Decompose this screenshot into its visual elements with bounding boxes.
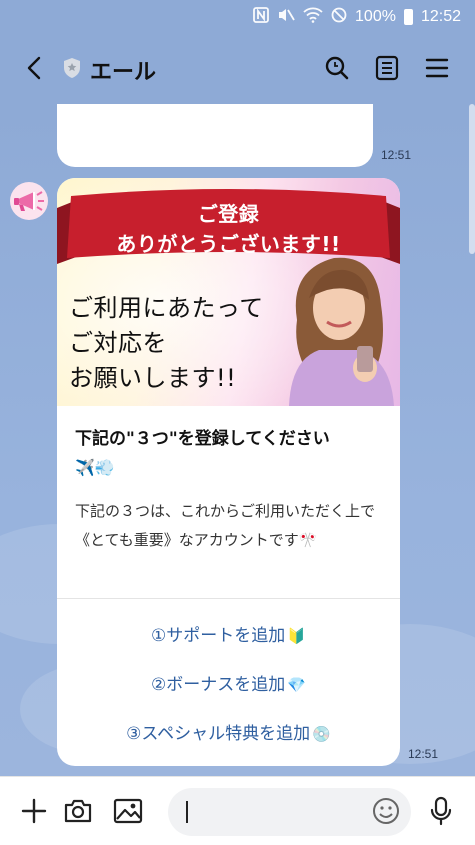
add-special-bonus-label: ③スペシャル特典を追加 [126,724,311,744]
mute-icon [277,7,295,27]
plus-button[interactable] [18,795,50,827]
plus-icon [21,798,47,824]
clock: 12:52 [420,8,461,25]
image-icon [113,798,143,824]
beginner-mark-icon: 🔰 [287,627,306,645]
back-icon [27,56,41,80]
chat-header: エール [0,34,475,104]
shield-badge-icon [62,57,82,79]
rich-message-card[interactable]: ご登録 ありがとうございます!! ご利用にあたって ご対応を お願いします!! … [57,178,400,766]
add-special-bonus-button[interactable]: ③スペシャル特典を追加 💿 [57,719,400,749]
search-icon [325,56,349,80]
text-cursor [186,801,188,823]
nfc-icon [253,7,269,27]
emoji-button[interactable] [370,795,402,827]
input-bar [0,776,475,845]
add-bonus-button[interactable]: ②ボーナスを追加 💎 [57,670,400,700]
woman-photo [289,257,394,406]
mic-icon [430,796,452,826]
previous-message-bubble[interactable] [57,104,373,167]
menu-button[interactable] [422,53,452,83]
emoji-icon [373,798,399,824]
add-support-label: ①サポートを追加 [151,626,286,646]
hero-line-2: ご対応を [69,329,167,357]
banner-line-1: ご登録 [197,202,260,226]
hero-line-1: ご利用にあたって [69,294,264,322]
camera-button[interactable] [62,795,94,827]
image-button[interactable] [112,795,144,827]
blocked-icon [331,7,347,27]
chat-title: エール [90,59,157,84]
menu-icon [425,58,449,78]
status-bar: 100% 12:52 [0,0,475,34]
card-title: 下記の"３つ"を登録してください [75,429,330,449]
title-emojis: ✈️💨 [75,458,115,477]
hero-line-3: お願いします!! [69,364,237,392]
battery-level: 100% [355,8,396,25]
back-button[interactable] [20,54,48,82]
wifi-icon [303,7,323,27]
card-time: 12:51 [408,747,439,761]
voice-button[interactable] [425,795,457,827]
hero-image[interactable]: ご登録 ありがとうございます!! ご利用にあたって ご対応を お願いします!! [57,178,400,406]
notes-icon [375,55,399,81]
search-button[interactable] [322,53,352,83]
avatar[interactable] [10,182,48,220]
divider [57,598,400,599]
scrollbar[interactable] [469,104,475,254]
camera-icon [64,799,92,823]
card-body: 下記の"３つ"を登録してください ✈️💨 下記の３つは、これからご利用いただく上… [75,424,385,555]
diamond-icon: 💎 [287,676,306,694]
chat-area[interactable]: 12:51 ご登録 ありがとうございます!! ご利用にあたって ご対応を お願い… [0,104,475,776]
battery-icon [403,9,413,25]
add-bonus-label: ②ボーナスを追加 [151,675,286,695]
notes-button[interactable] [372,53,402,83]
megaphone-icon [14,191,44,211]
add-support-button[interactable]: ①サポートを追加 🔰 [57,621,400,651]
message-time: 12:51 [381,148,412,162]
card-description: 下記の３つは、これからご利用いただく上で《とても重要》なアカウントです🎌 [75,502,376,549]
disc-icon: 💿 [312,725,331,743]
